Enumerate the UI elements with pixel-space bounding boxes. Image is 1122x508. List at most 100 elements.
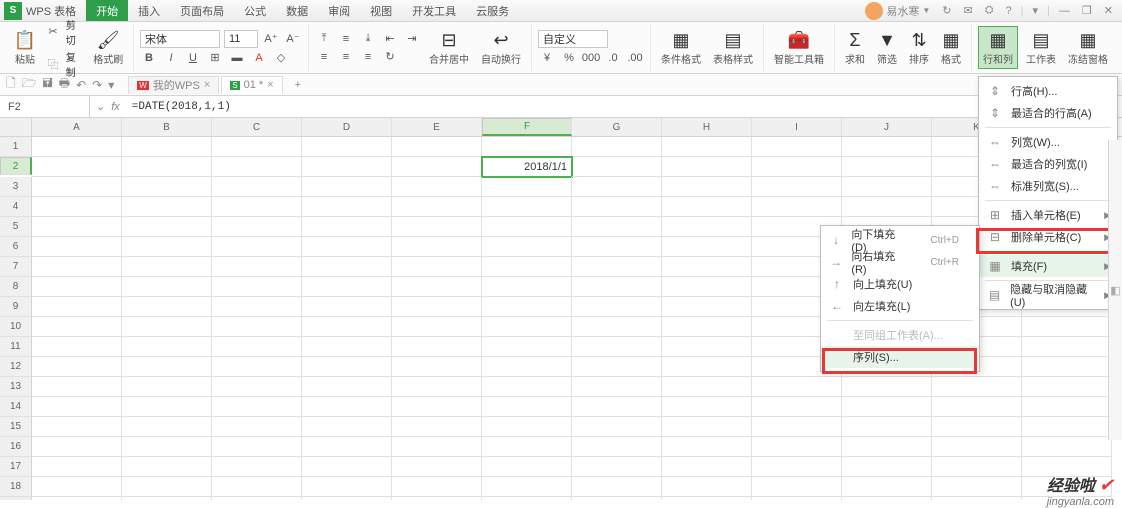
row-header-7[interactable]: 7 xyxy=(0,257,32,277)
col-header-J[interactable]: J xyxy=(842,118,932,136)
cell-I15[interactable] xyxy=(752,417,842,437)
cell-G18[interactable] xyxy=(572,477,662,497)
cell-A2[interactable] xyxy=(32,157,122,177)
cell-F18[interactable] xyxy=(482,477,572,497)
new-icon[interactable]: 🗋 xyxy=(6,74,16,95)
row-header-6[interactable]: 6 xyxy=(0,237,32,257)
fx-icon[interactable]: fx xyxy=(111,101,120,113)
cell-E6[interactable] xyxy=(392,237,482,257)
table-style-button[interactable]: ▤表格样式 xyxy=(709,27,757,68)
cell-G12[interactable] xyxy=(572,357,662,377)
menu-item[interactable]: ⇕行高(H)... xyxy=(979,80,1117,102)
cell-A12[interactable] xyxy=(32,357,122,377)
cell-B4[interactable] xyxy=(122,197,212,217)
cell-H3[interactable] xyxy=(662,177,752,197)
cell-D11[interactable] xyxy=(302,337,392,357)
row-header-2[interactable]: 2 xyxy=(0,157,32,175)
menu-item[interactable]: 序列(S)... xyxy=(821,346,979,368)
cell-K13[interactable] xyxy=(932,377,1022,397)
cell-C18[interactable] xyxy=(212,477,302,497)
cell-J1[interactable] xyxy=(842,137,932,157)
row-header-3[interactable]: 3 xyxy=(0,177,32,197)
cell-H7[interactable] xyxy=(662,257,752,277)
filter-button[interactable]: ▼筛选 xyxy=(873,27,901,68)
cell-A16[interactable] xyxy=(32,437,122,457)
select-all-corner[interactable] xyxy=(0,118,32,136)
cell-E8[interactable] xyxy=(392,277,482,297)
currency-icon[interactable]: ¥ xyxy=(538,50,556,66)
cell-E11[interactable] xyxy=(392,337,482,357)
sync-icon[interactable]: ↻ xyxy=(939,4,954,17)
align-top-icon[interactable]: ⤒ xyxy=(315,31,333,47)
row-header-16[interactable]: 16 xyxy=(0,437,32,457)
cell-D3[interactable] xyxy=(302,177,392,197)
cell-F12[interactable] xyxy=(482,357,572,377)
undo-icon[interactable]: ↶ xyxy=(76,78,86,92)
cell-L10[interactable] xyxy=(1022,317,1112,337)
cell-H8[interactable] xyxy=(662,277,752,297)
cell-F4[interactable] xyxy=(482,197,572,217)
cell-C9[interactable] xyxy=(212,297,302,317)
cell-K15[interactable] xyxy=(932,417,1022,437)
formula-input[interactable]: =DATE(2018,1,1) xyxy=(126,101,1122,113)
col-header-E[interactable]: E xyxy=(392,118,482,136)
clear-button[interactable]: ◇ xyxy=(272,50,290,66)
cell-D10[interactable] xyxy=(302,317,392,337)
cell-C17[interactable] xyxy=(212,457,302,477)
cell-C12[interactable] xyxy=(212,357,302,377)
cell-D14[interactable] xyxy=(302,397,392,417)
cell-I16[interactable] xyxy=(752,437,842,457)
underline-button[interactable]: U xyxy=(184,50,202,66)
row-header-11[interactable]: 11 xyxy=(0,337,32,357)
cell-E2[interactable] xyxy=(392,157,482,177)
cell-J3[interactable] xyxy=(842,177,932,197)
main-tab-6[interactable]: 视图 xyxy=(360,0,402,21)
col-header-I[interactable]: I xyxy=(752,118,842,136)
cell-H11[interactable] xyxy=(662,337,752,357)
numfmt-select[interactable]: 自定义 xyxy=(538,30,608,48)
menu-item[interactable]: ▦填充(F)▶ xyxy=(979,255,1117,277)
cell-A1[interactable] xyxy=(32,137,122,157)
worksheet-button[interactable]: ▤工作表 xyxy=(1022,27,1060,68)
mail-icon[interactable]: ✉ xyxy=(961,4,976,17)
cell-G6[interactable] xyxy=(572,237,662,257)
cell-K17[interactable] xyxy=(932,457,1022,477)
main-tab-3[interactable]: 公式 xyxy=(234,0,276,21)
cell-C14[interactable] xyxy=(212,397,302,417)
row-header-17[interactable]: 17 xyxy=(0,457,32,477)
cell-A15[interactable] xyxy=(32,417,122,437)
freeze-button[interactable]: ▦冻结窗格 xyxy=(1064,27,1112,68)
cell-H9[interactable] xyxy=(662,297,752,317)
row-header-4[interactable]: 4 xyxy=(0,197,32,217)
maximize-icon[interactable]: ❐ xyxy=(1079,4,1095,17)
cell-B15[interactable] xyxy=(122,417,212,437)
wrap-button[interactable]: ↩ 自动换行 xyxy=(477,27,525,68)
cell-I17[interactable] xyxy=(752,457,842,477)
painter-button[interactable]: 🖌 格式刷 xyxy=(89,27,127,68)
cell-C16[interactable] xyxy=(212,437,302,457)
cell-D8[interactable] xyxy=(302,277,392,297)
bold-button[interactable]: B xyxy=(140,50,158,66)
cell-L12[interactable] xyxy=(1022,357,1112,377)
cell-F13[interactable] xyxy=(482,377,572,397)
user-menu[interactable]: 易水寒 ▼ xyxy=(862,2,933,20)
cell-F3[interactable] xyxy=(482,177,572,197)
cell-A7[interactable] xyxy=(32,257,122,277)
row-header-15[interactable]: 15 xyxy=(0,417,32,437)
doc-tab-0[interactable]: W我的WPS× xyxy=(128,76,219,94)
cell-J18[interactable] xyxy=(842,477,932,497)
col-header-G[interactable]: G xyxy=(572,118,662,136)
cell-C7[interactable] xyxy=(212,257,302,277)
cell-E3[interactable] xyxy=(392,177,482,197)
row-header-9[interactable]: 9 xyxy=(0,297,32,317)
dec-dec-icon[interactable]: .00 xyxy=(626,50,644,66)
cell-G4[interactable] xyxy=(572,197,662,217)
cell-F1[interactable] xyxy=(482,137,572,157)
cell-H10[interactable] xyxy=(662,317,752,337)
save-icon[interactable]: 🖬 xyxy=(43,74,53,95)
sum-button[interactable]: Σ求和 xyxy=(841,27,869,68)
indent-inc-icon[interactable]: ⇥ xyxy=(403,31,421,47)
name-box[interactable]: F2 xyxy=(0,96,90,117)
font-size-select[interactable]: 11 xyxy=(224,30,258,48)
cell-C13[interactable] xyxy=(212,377,302,397)
